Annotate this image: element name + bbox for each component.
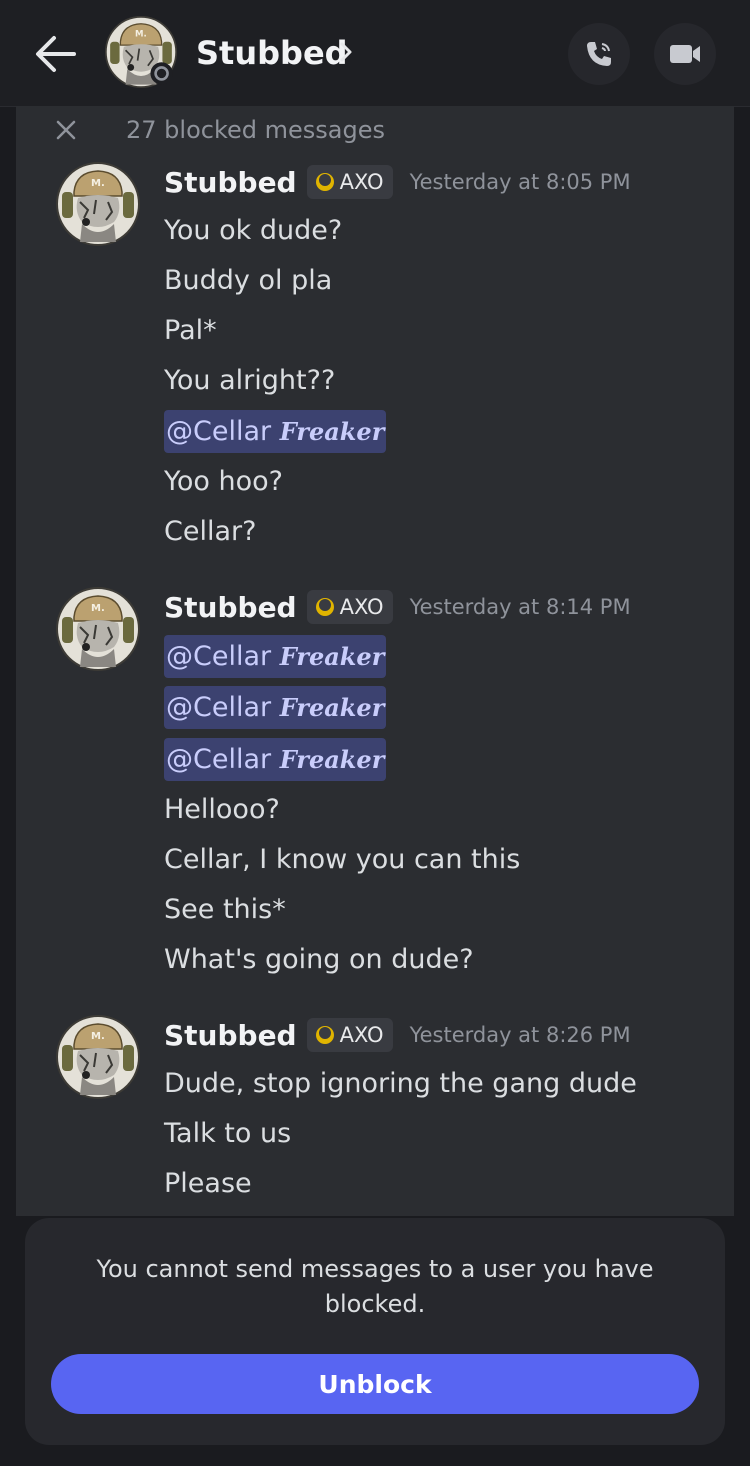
message-timestamp: Yesterday at 8:05 PM: [409, 170, 631, 194]
message-line[interactable]: Dude, stop ignoring the gang dude: [164, 1059, 637, 1109]
avatar-image: [104, 16, 177, 89]
message-line[interactable]: Cellar, I know you can this: [164, 835, 520, 885]
mention-styled-name: Freaker: [279, 744, 385, 774]
header-avatar[interactable]: [104, 16, 178, 89]
message-list[interactable]: 27 blocked messages Stubbed AXO Yesterda…: [16, 106, 734, 1216]
guild-tag[interactable]: AXO: [306, 1018, 393, 1052]
author-avatar[interactable]: [56, 587, 140, 671]
message-line[interactable]: Talk to us: [164, 1109, 637, 1159]
chat-header: Stubbed: [0, 0, 750, 107]
author-name[interactable]: Stubbed: [164, 591, 297, 624]
video-call-button[interactable]: [654, 23, 716, 85]
blocked-user-notice: You cannot send messages to a user you h…: [25, 1218, 725, 1445]
message-line[interactable]: What's going on dude?: [164, 935, 520, 985]
chevron-right-icon: [340, 42, 352, 62]
blocked-notice-text: You cannot send messages to a user you h…: [96, 1255, 654, 1318]
tag-emblem-icon: [315, 598, 334, 616]
message-line[interactable]: Please: [164, 1159, 637, 1209]
guild-tag-label: AXO: [339, 595, 384, 619]
voice-call-button[interactable]: [568, 23, 630, 85]
guild-tag-label: AXO: [339, 170, 384, 194]
mention-handle: @Cellar: [166, 641, 272, 673]
tag-emblem-icon: [315, 1026, 334, 1044]
mention-handle: @Cellar: [166, 743, 272, 775]
message-timestamp: Yesterday at 8:26 PM: [409, 1023, 631, 1047]
mention-handle: @Cellar: [166, 692, 272, 724]
composer-area: You cannot send messages to a user you h…: [0, 1216, 750, 1466]
message-header: Stubbed AXO Yesterday at 8:26 PM: [164, 1015, 631, 1055]
close-icon[interactable]: [54, 118, 78, 142]
author-name[interactable]: Stubbed: [164, 1019, 297, 1052]
mention-styled-name: Freaker: [279, 693, 385, 723]
header-title[interactable]: Stubbed: [196, 34, 348, 72]
guild-tag-label: AXO: [339, 1023, 384, 1047]
message-line[interactable]: You alright??: [164, 356, 386, 406]
phone-icon: [587, 42, 611, 66]
user-mention[interactable]: @Cellar Freaker: [164, 410, 387, 454]
message-timestamp: Yesterday at 8:14 PM: [409, 595, 631, 619]
blocked-messages-count[interactable]: 27 blocked messages: [126, 116, 385, 144]
arrow-left-icon: [36, 36, 76, 72]
mention-handle: @Cellar: [166, 416, 272, 448]
message-line[interactable]: Pal*: [164, 306, 386, 356]
back-button[interactable]: [34, 34, 78, 74]
user-mention[interactable]: @Cellar Freaker: [164, 686, 387, 730]
author-avatar[interactable]: [56, 162, 140, 246]
message-line[interactable]: Yoo hoo?: [164, 457, 386, 507]
message-line[interactable]: Buddy ol pla: [164, 256, 386, 306]
author-name[interactable]: Stubbed: [164, 166, 297, 199]
guild-tag[interactable]: AXO: [306, 165, 393, 199]
message-header: Stubbed AXO Yesterday at 8:05 PM: [164, 162, 631, 202]
blocked-messages-bar[interactable]: 27 blocked messages: [16, 106, 734, 154]
user-mention[interactable]: @Cellar Freaker: [164, 635, 387, 679]
message-header: Stubbed AXO Yesterday at 8:14 PM: [164, 587, 631, 627]
mention-styled-name: Freaker: [279, 642, 385, 672]
author-avatar[interactable]: [56, 1015, 140, 1099]
guild-tag[interactable]: AXO: [306, 590, 393, 624]
message-line[interactable]: You ok dude?: [164, 206, 386, 256]
message-line[interactable]: See this*: [164, 885, 520, 935]
message-line[interactable]: Hellooo?: [164, 785, 520, 835]
profile-chevron[interactable]: [336, 38, 356, 66]
tag-emblem-icon: [315, 173, 334, 191]
user-mention[interactable]: @Cellar Freaker: [164, 737, 387, 781]
mention-styled-name: Freaker: [279, 417, 385, 447]
video-camera-icon: [670, 45, 700, 63]
unblock-button[interactable]: Unblock: [51, 1354, 699, 1414]
message-line[interactable]: Cellar?: [164, 507, 386, 557]
